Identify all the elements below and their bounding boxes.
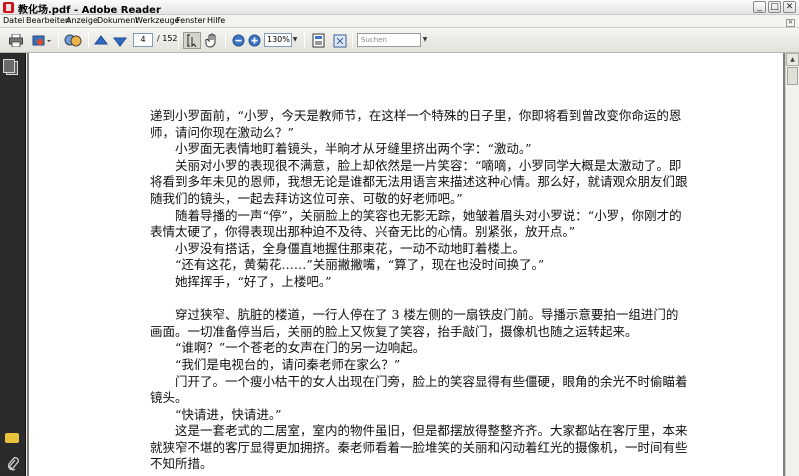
zoom-dropdown-icon[interactable]: ▼ (291, 33, 299, 47)
toolbar-separator (58, 32, 59, 49)
toolbar: 4 / 152 130% ▼ Suchen ▼ (0, 28, 799, 53)
paragraph: 随着导播的一声“停”，关丽脸上的笑容也无影无踪，她皱着眉头对小罗说：“小罗，你刚… (150, 207, 682, 240)
menu-werkzeuge[interactable]: Werkzeuge (135, 16, 179, 25)
paragraph: 门开了。一个瘦小枯干的女人出现在门旁，脸上的笑容显得有些僵硬，眼角的余光不时偷瞄… (150, 373, 688, 406)
adobe-reader-icon (3, 2, 14, 13)
paragraph: “我们是电视台的，请问秦老师在家么？” (175, 356, 401, 372)
minimize-button[interactable]: _ (753, 1, 766, 13)
print-icon[interactable] (7, 32, 25, 49)
paragraph: “快请进，快请进。” (175, 406, 282, 422)
paragraph: 递到小罗面前，“小罗，今天是教师节，在这样一个特殊的日子里，你即将看到曾改变你命… (150, 108, 682, 140)
paragraph: 她挥挥手，“好了，上楼吧。” (175, 273, 332, 289)
toolbar-separator (304, 32, 305, 49)
page-number-input[interactable]: 4 (133, 33, 153, 47)
pages-icon[interactable] (3, 59, 18, 75)
collaborate-icon[interactable] (63, 32, 83, 49)
paragraph: 小罗没有搭话，全身僵直地握住那束花，一动不动地盯着楼上。 (175, 240, 526, 256)
select-text-icon[interactable] (183, 32, 201, 49)
paragraph: “谁啊？”一个苍老的女声在门的另一边响起。 (175, 340, 426, 356)
menu-dokument[interactable]: Dokument (97, 16, 138, 25)
hand-tool-icon[interactable] (203, 32, 221, 49)
fit-page-icon[interactable] (309, 32, 327, 49)
menu-bar: Datei Bearbeiten Anzeige Dokument Werkze… (0, 15, 799, 28)
paragraph: 关丽对小罗的表现很不满意，脸上却依然是一片笑容：“嘀嘀，小罗同学大概是太激动了。… (150, 157, 688, 206)
title-bar: 教化场.pdf - Adobe Reader _ □ ✕ (0, 0, 799, 16)
document-window-controls: ✕ (784, 17, 795, 27)
comments-icon[interactable] (5, 433, 19, 443)
menu-anzeige[interactable]: Anzeige (66, 16, 98, 25)
toolbar-separator (88, 32, 89, 49)
window-title: 教化场.pdf - Adobe Reader (18, 5, 161, 16)
search-input[interactable]: Suchen (357, 33, 421, 47)
email-dropdown-icon[interactable] (30, 32, 54, 49)
attachments-icon[interactable] (7, 457, 19, 475)
menu-hilfe[interactable]: Hilfe (207, 16, 225, 25)
paragraph: 这是一套老式的二居室，室内的物件虽旧，但是都摆放得整整齐齐。大家都站在客厅里，本… (150, 423, 688, 472)
vertical-scrollbar[interactable]: ▲ (785, 53, 799, 476)
zoom-level-select[interactable]: 130% (264, 33, 292, 47)
scroll-up-button[interactable]: ▲ (786, 53, 799, 66)
navigation-panel (0, 53, 26, 476)
previous-page-icon[interactable] (92, 32, 110, 49)
doc-close-button[interactable]: ✕ (786, 19, 795, 27)
page-total: / 152 (157, 34, 178, 43)
search-dropdown-icon[interactable]: ▼ (421, 33, 429, 47)
pdf-page: 递到小罗面前，“小罗，今天是教师节，在这样一个特殊的日子里，你即将看到曾改变你命… (29, 53, 783, 476)
paragraph: 穿过狭窄、肮脏的楼道，一行人停在了 3 楼左侧的一扇铁皮门前。导播示意要拍一组进… (150, 307, 679, 339)
close-button[interactable]: ✕ (783, 1, 796, 13)
page-text: 递到小罗面前，“小罗，今天是教师节，在这样一个特殊的日子里，你即将看到曾改变你命… (150, 108, 690, 473)
next-page-icon[interactable] (111, 32, 129, 49)
menu-datei[interactable]: Datei (3, 16, 24, 25)
paragraph: 小罗面无表情地盯着镜头，半晌才从牙缝里挤出两个字：“激动。” (175, 141, 532, 157)
scroll-thumb[interactable] (787, 67, 798, 85)
menu-fenster[interactable]: Fenster (176, 16, 206, 25)
zoom-in-icon[interactable] (245, 32, 263, 49)
toolbar-separator (225, 32, 226, 49)
toolbar-separator (178, 32, 179, 49)
document-viewport[interactable]: 递到小罗面前，“小罗，今天是教师节，在这样一个特殊的日子里，你即将看到曾改变你命… (27, 53, 785, 476)
maximize-button[interactable]: □ (768, 1, 781, 13)
full-screen-icon[interactable] (331, 32, 349, 49)
toolbar-separator (352, 32, 353, 49)
menu-bearbeiten[interactable]: Bearbeiten (26, 16, 70, 25)
paragraph: “还有这花，黄菊花……”关丽撇撇嘴，“算了，现在也没时间换了。” (175, 257, 545, 273)
